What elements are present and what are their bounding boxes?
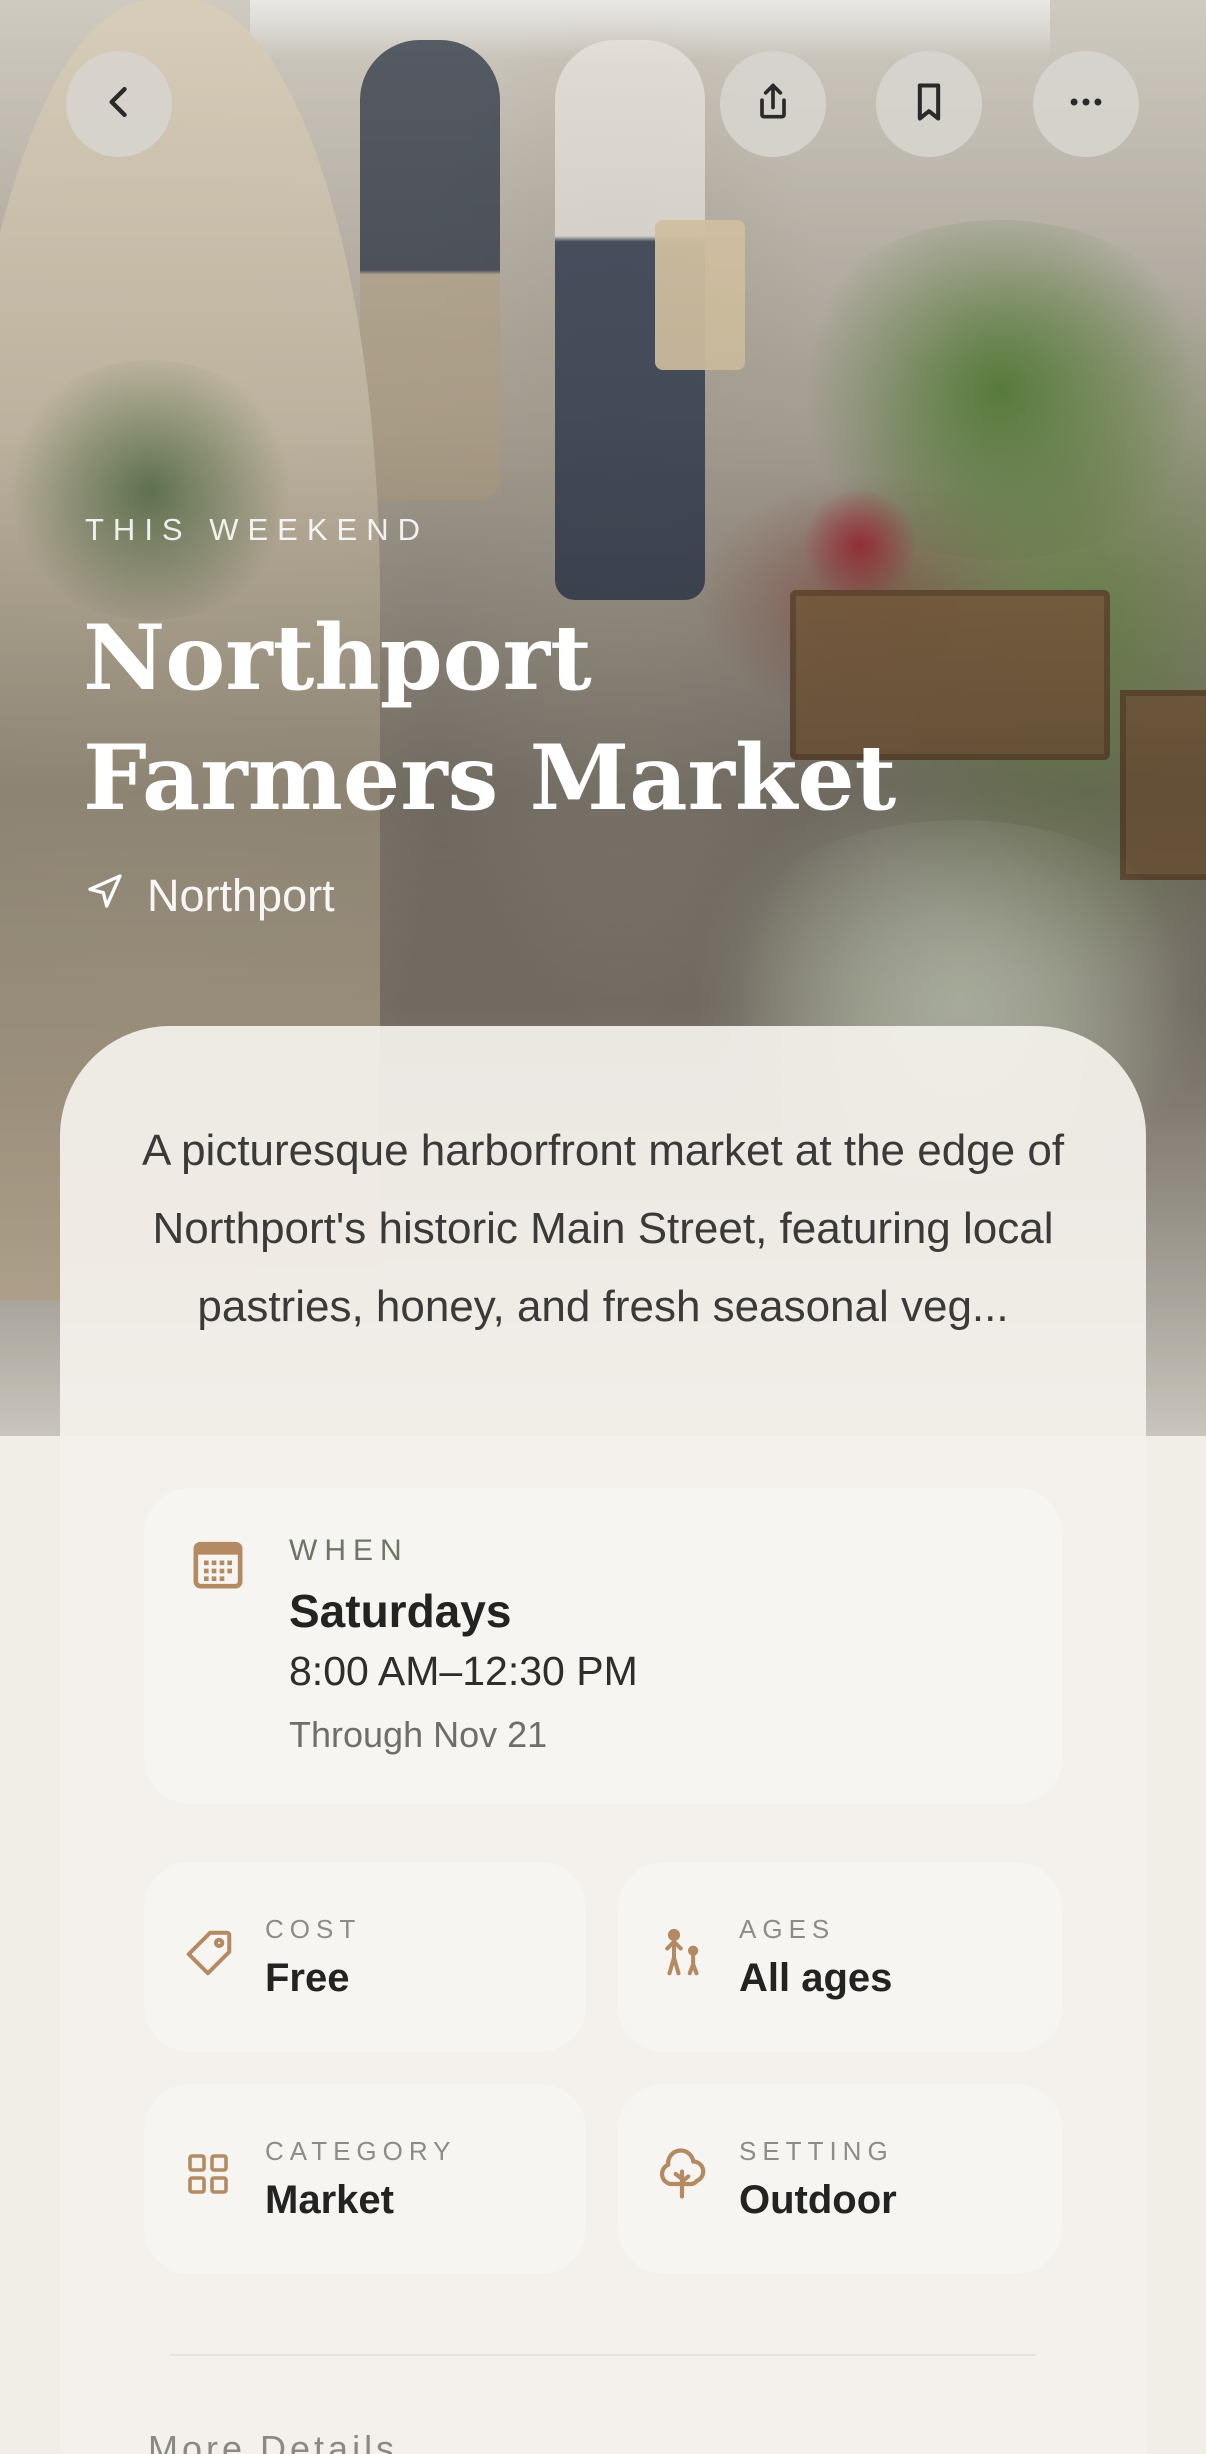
when-day: Saturdays bbox=[289, 1585, 512, 1637]
when-tile[interactable]: WHEN Saturdays 8:00 AM–12:30 PM Through … bbox=[144, 1488, 1062, 1804]
bookmark-icon bbox=[907, 80, 951, 129]
tag-icon bbox=[182, 1926, 236, 1980]
ages-label: AGES bbox=[739, 1914, 836, 1944]
ages-tile: AGES All ages bbox=[618, 1862, 1062, 2052]
more-options-button[interactable] bbox=[1033, 51, 1139, 157]
event-description[interactable]: A picturesque harborfront market at the … bbox=[140, 1112, 1066, 1346]
share-button[interactable] bbox=[720, 51, 826, 157]
event-eyebrow: THIS WEEKEND bbox=[85, 512, 429, 547]
setting-value: Outdoor bbox=[739, 2178, 897, 2222]
more-details-heading[interactable]: More Details bbox=[148, 2428, 398, 2454]
chevron-left-icon bbox=[97, 80, 141, 129]
section-divider bbox=[170, 2354, 1036, 2356]
event-title-line-1: Northport bbox=[83, 605, 592, 711]
setting-label: SETTING bbox=[739, 2136, 894, 2166]
event-title: Northport Farmers Market bbox=[83, 598, 983, 838]
when-time: 8:00 AM–12:30 PM bbox=[289, 1648, 638, 1694]
cost-tile: COST Free bbox=[144, 1862, 586, 2052]
location-label: Northport bbox=[147, 870, 335, 921]
navigation-arrow-icon bbox=[85, 870, 125, 922]
event-location[interactable]: Northport bbox=[85, 870, 335, 922]
back-button[interactable] bbox=[66, 51, 172, 157]
cost-label: COST bbox=[265, 1914, 362, 1944]
when-label: WHEN bbox=[289, 1534, 409, 1567]
grid-icon bbox=[184, 2150, 232, 2198]
ages-value: All ages bbox=[739, 1956, 893, 2000]
cost-value: Free bbox=[265, 1956, 350, 2000]
calendar-icon bbox=[190, 1536, 246, 1592]
setting-tile: SETTING Outdoor bbox=[618, 2084, 1062, 2274]
tree-icon bbox=[652, 2144, 712, 2204]
when-end-date: Through Nov 21 bbox=[289, 1714, 548, 1755]
ellipsis-icon bbox=[1064, 80, 1108, 129]
bookmark-button[interactable] bbox=[876, 51, 982, 157]
family-icon bbox=[656, 1926, 710, 1980]
event-title-line-2: Farmers Market bbox=[83, 725, 897, 831]
share-icon bbox=[751, 80, 795, 129]
category-label: CATEGORY bbox=[265, 2136, 457, 2166]
category-tile: CATEGORY Market bbox=[144, 2084, 586, 2274]
category-value: Market bbox=[265, 2178, 394, 2222]
